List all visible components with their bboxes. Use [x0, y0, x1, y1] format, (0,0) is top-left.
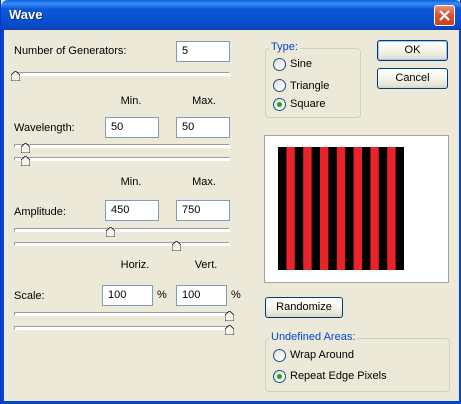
wavelength-max-input[interactable]: 50: [176, 117, 230, 138]
scale-vert-unit: %: [231, 289, 241, 301]
type-option-triangle-label: Triangle: [290, 80, 330, 92]
randomize-button[interactable]: Randomize: [265, 297, 343, 318]
scale-label: Scale:: [14, 290, 45, 302]
title-bar[interactable]: Wave: [1, 0, 461, 30]
vert-column-header: Vert.: [194, 259, 218, 271]
preview-stripe: [286, 147, 296, 270]
wavelength-min-slider-thumb[interactable]: [21, 143, 30, 153]
cancel-button[interactable]: Cancel: [377, 68, 448, 89]
generators-slider-thumb[interactable]: [11, 71, 20, 81]
close-icon: [439, 10, 450, 21]
max-column-header: Max.: [192, 95, 216, 107]
wave-dialog: Wave Number of Generators: 5 Min. Max. W…: [0, 0, 461, 404]
amplitude-max-input[interactable]: 750: [176, 200, 230, 221]
undefined-areas-title: Undefined Areas:: [269, 331, 358, 344]
radio-repeat-edge-pixels[interactable]: [273, 370, 286, 383]
undefined-areas-groupbox: [265, 338, 450, 392]
type-option-square-label: Square: [290, 98, 326, 110]
wavelength-max-slider-thumb[interactable]: [21, 156, 30, 166]
preview-stripe: [311, 147, 321, 270]
wavelength-min-slider-track[interactable]: [14, 144, 230, 148]
scale-vert-slider-track[interactable]: [14, 326, 230, 330]
preview-stripe: [328, 147, 338, 270]
close-button[interactable]: [434, 5, 455, 26]
preview-stripe: [362, 147, 371, 270]
preview-stripe: [353, 147, 363, 270]
wavelength-max-slider-track[interactable]: [14, 157, 230, 161]
amplitude-max-slider-track[interactable]: [14, 242, 230, 246]
max-column-header: Max.: [192, 176, 216, 188]
amplitude-min-slider-track[interactable]: [14, 228, 230, 232]
scale-horiz-slider-track[interactable]: [14, 312, 230, 316]
type-group-title: Type:: [269, 41, 300, 54]
scale-vert-slider-thumb[interactable]: [225, 325, 234, 335]
min-column-header: Min.: [120, 95, 142, 107]
window-title: Wave: [9, 7, 43, 22]
min-column-header: Min.: [120, 176, 142, 188]
preview-stripe: [278, 147, 287, 270]
scale-horiz-unit: %: [157, 289, 167, 301]
preview-stripe: [320, 147, 329, 270]
radio-square[interactable]: [273, 98, 286, 111]
window-frame-left: [1, 30, 4, 404]
radio-triangle[interactable]: [273, 79, 286, 92]
preview-stripe: [336, 147, 346, 270]
generators-input[interactable]: 5: [176, 41, 230, 62]
wave-preview-pattern: [278, 147, 404, 270]
preview-stripe: [387, 147, 396, 270]
ok-button[interactable]: OK: [377, 40, 448, 61]
wavelength-label: Wavelength:: [14, 122, 75, 134]
preview-stripe: [378, 147, 388, 270]
scale-vert-input[interactable]: 100: [176, 285, 227, 306]
preview-stripe: [395, 147, 404, 270]
preview-stripe: [345, 147, 354, 270]
radio-sine[interactable]: [273, 58, 286, 71]
wave-preview: [264, 135, 449, 283]
amplitude-min-slider-thumb[interactable]: [106, 227, 115, 237]
scale-horiz-slider-thumb[interactable]: [225, 311, 234, 321]
preview-stripe: [294, 147, 304, 270]
wavelength-min-input[interactable]: 50: [105, 117, 159, 138]
undefined-option-repeat-edge-label: Repeat Edge Pixels: [290, 370, 387, 382]
preview-stripe: [303, 147, 312, 270]
amplitude-max-slider-thumb[interactable]: [172, 241, 181, 251]
amplitude-label: Amplitude:: [14, 206, 66, 218]
amplitude-min-input[interactable]: 450: [105, 200, 159, 221]
undefined-option-wrap-around-label: Wrap Around: [290, 349, 355, 361]
horiz-column-header: Horiz.: [120, 259, 150, 271]
type-option-sine-label: Sine: [290, 58, 313, 70]
preview-stripe: [370, 147, 380, 270]
radio-wrap-around[interactable]: [273, 349, 286, 362]
generators-slider-track[interactable]: [14, 72, 230, 76]
generators-label: Number of Generators:: [14, 45, 127, 57]
scale-horiz-input[interactable]: 100: [102, 285, 153, 306]
